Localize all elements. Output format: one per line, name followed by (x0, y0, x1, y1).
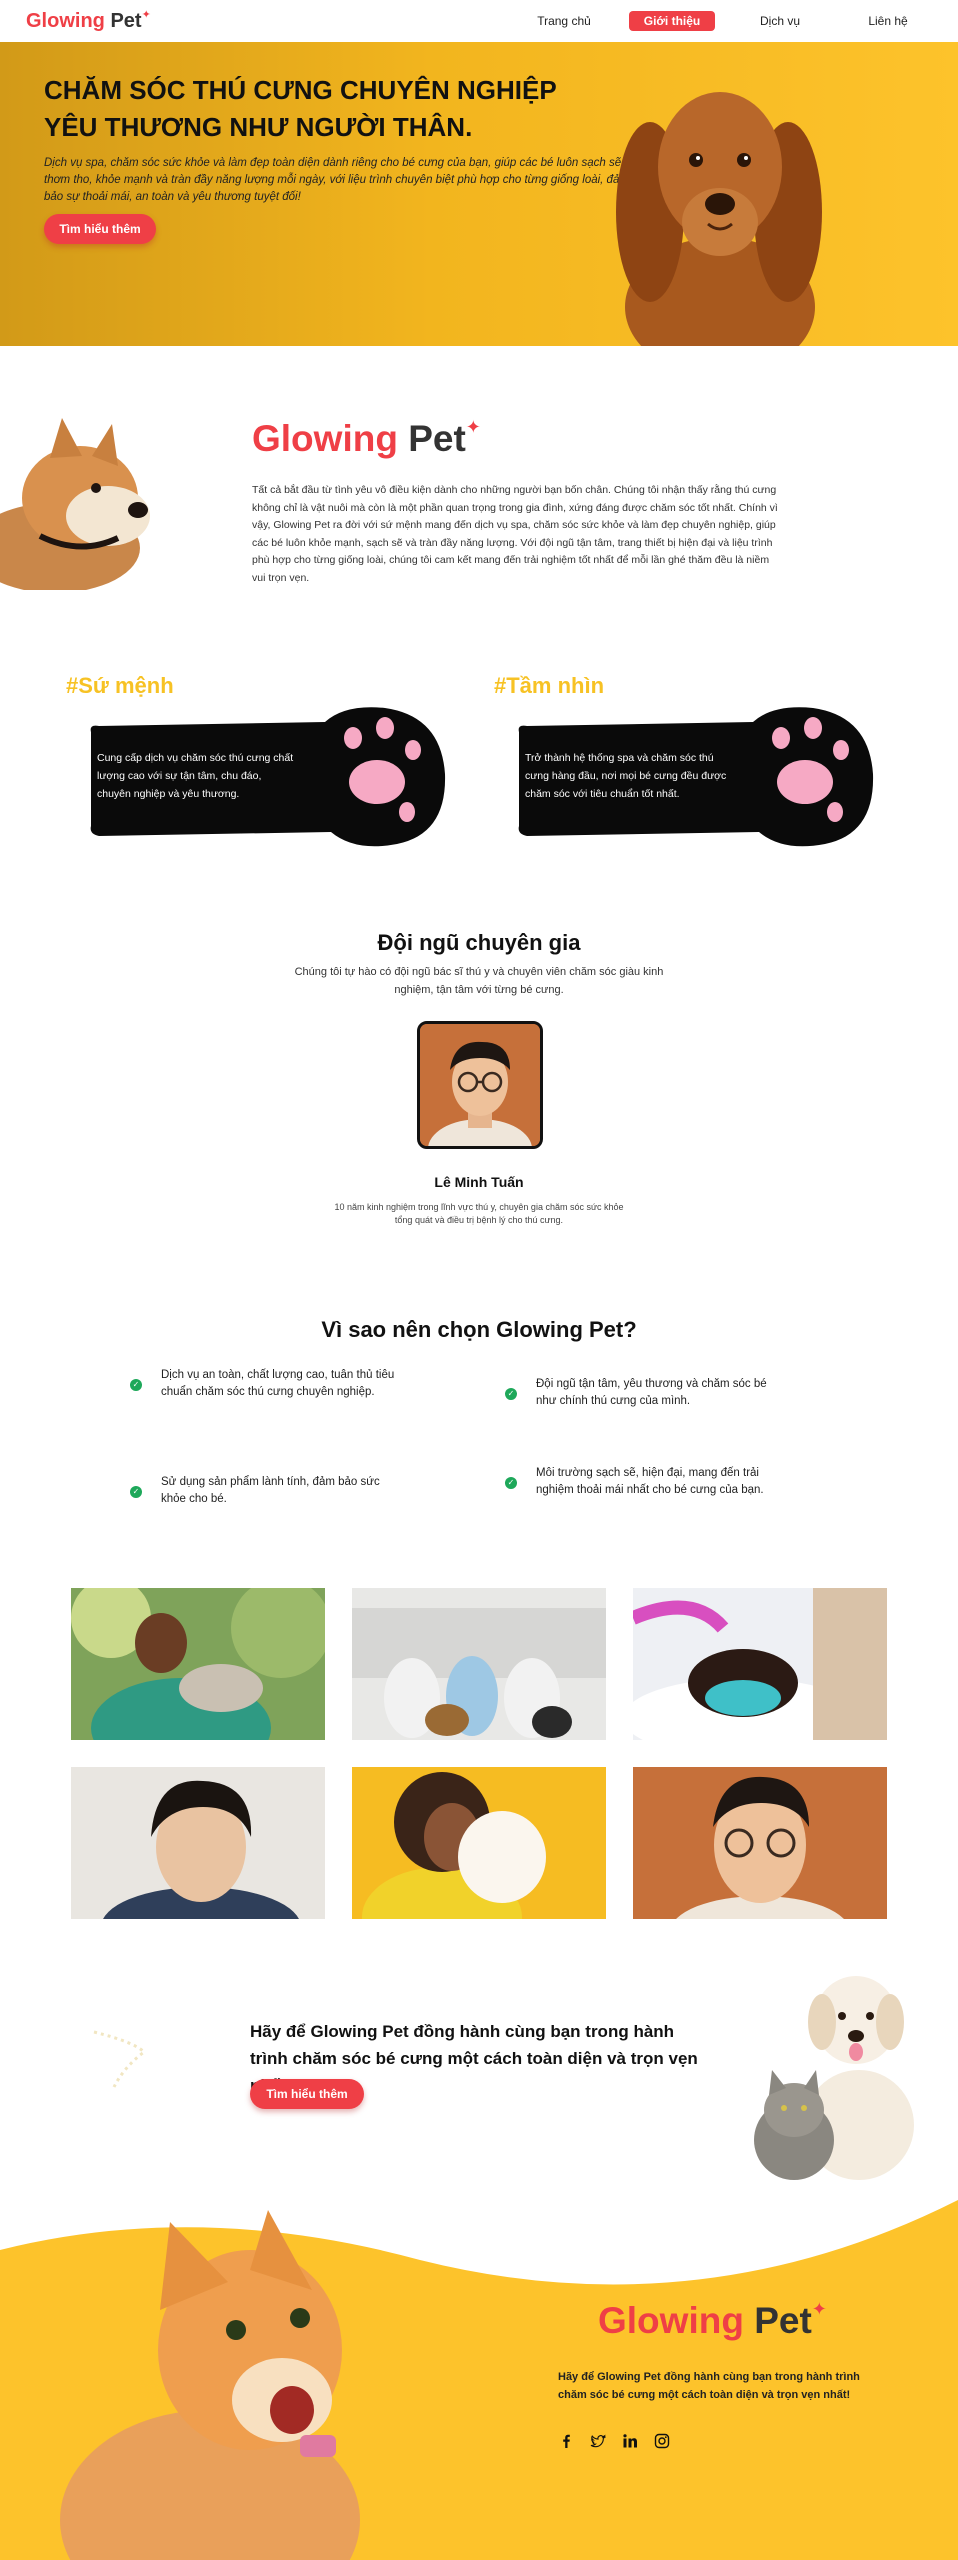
twitter-icon[interactable] (590, 2433, 606, 2449)
nav-link-about[interactable]: Giới thiệu (629, 11, 715, 31)
gallery-photo-smiling-young-man (71, 1767, 325, 1919)
footer-text: Hãy để Glowing Pet đồng hành cùng bạn tr… (558, 2371, 860, 2401)
why-item: ✓ Đội ngũ tận tâm, yêu thương và chăm só… (505, 1376, 775, 1410)
vision-title: #Tầm nhìn (494, 673, 605, 698)
gallery-photo-vet-team (352, 1588, 606, 1740)
gallery-photo-vet-with-cat (71, 1588, 325, 1740)
mission-text: Cung cấp dịch vụ chăm sóc thú cưng chất … (97, 752, 294, 800)
nav-link-services[interactable]: Dịch vụ (744, 11, 816, 31)
team-member-name: Lê Minh Tuấn (434, 1174, 524, 1190)
vision-text: Trở thành hệ thống spa và chăm sóc thú c… (525, 752, 727, 800)
hero-description: Dịch vụ spa, chăm sóc sức khỏe và làm đẹ… (44, 157, 629, 203)
mission-title: #Sứ mệnh (66, 673, 174, 698)
sparkle-icon: ✦ (141, 9, 151, 21)
check-icon: ✓ (130, 1486, 142, 1498)
about-paragraph: Tất cả bắt đầu từ tình yêu vô điều kiện … (252, 484, 778, 584)
gallery-photo-woman-with-pomeranian (352, 1767, 606, 1919)
gallery-photo-man-with-glasses (633, 1767, 887, 1919)
why-item: ✓ Dịch vụ an toàn, chất lượng cao, tuân … (130, 1367, 400, 1401)
gallery-photo-dachshund-checkup (633, 1588, 887, 1740)
nav-link-home[interactable]: Trang chủ (528, 11, 600, 31)
cta-learn-more-button[interactable]: Tìm hiểu thêm (250, 2079, 364, 2109)
sparkle-icon: ✦ (811, 2299, 827, 2319)
linkedin-icon[interactable] (622, 2433, 638, 2449)
team-title: Đội ngũ chuyên gia (377, 930, 581, 955)
facebook-icon[interactable] (558, 2433, 574, 2449)
shiba-dog-image (0, 418, 150, 590)
check-icon: ✓ (505, 1388, 517, 1400)
check-icon: ✓ (505, 1477, 517, 1489)
site-logo[interactable]: Glowing Pet✦ (26, 9, 151, 33)
nav-link-contact[interactable]: Liên hệ (852, 11, 924, 31)
dachshund-dog-image (616, 92, 822, 346)
decorative-dashes (93, 2030, 147, 2088)
team-member-photo (417, 1021, 543, 1149)
about-logo: Glowing Pet✦ (252, 417, 481, 459)
sparkle-icon: ✦ (465, 417, 481, 437)
why-item: ✓ Môi trường sạch sẽ, hiện đại, mang đến… (505, 1465, 775, 1499)
why-item: ✓ Sử dụng sản phẩm lành tính, đảm bảo sứ… (130, 1474, 400, 1508)
check-icon: ✓ (130, 1379, 142, 1391)
footer-logo: Glowing Pet✦ (598, 2299, 827, 2341)
hero-learn-more-button[interactable]: Tìm hiểu thêm (44, 214, 156, 244)
hero-title: CHĂM SÓC THÚ CƯNG CHUYÊN NGHIỆP YÊU THƯƠ… (44, 75, 557, 142)
why-title: Vì sao nên chọn Glowing Pet? (321, 1317, 637, 1342)
puppy-and-kitten-image (754, 1976, 914, 2180)
team-member-description: 10 năm kinh nghiệm trong lĩnh vực thú y,… (334, 1202, 624, 1225)
instagram-icon[interactable] (654, 2433, 670, 2449)
team-subtitle: Chúng tôi tự hào có đội ngũ bác sĩ thú y… (294, 966, 664, 996)
top-navbar: Glowing Pet✦ Trang chủ Giới thiệu Dịch v… (0, 0, 958, 42)
hero-banner: CHĂM SÓC THÚ CƯNG CHUYÊN NGHIỆP YÊU THƯƠ… (0, 42, 958, 346)
